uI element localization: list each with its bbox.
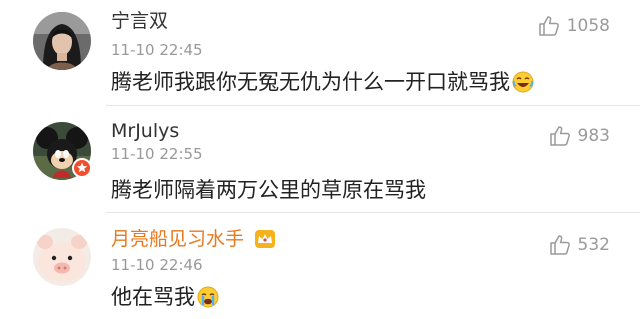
- username[interactable]: 宁言双: [111, 10, 168, 32]
- like-count: 983: [577, 126, 610, 146]
- comment-text-body: 他在骂我: [111, 285, 195, 309]
- username[interactable]: MrJulys: [111, 120, 179, 142]
- timestamp: 11-10 22:45: [111, 41, 203, 59]
- like-button[interactable]: 983: [548, 124, 610, 148]
- thumbs-up-icon: [548, 124, 572, 148]
- thumbs-up-icon: [548, 233, 572, 257]
- avatar[interactable]: [33, 228, 91, 286]
- avatar[interactable]: [33, 12, 91, 70]
- username[interactable]: 月亮船见习水手: [111, 228, 244, 250]
- like-count: 1058: [566, 16, 610, 36]
- crying-emoji-icon: [197, 286, 219, 308]
- avatar-image: [33, 228, 91, 286]
- like-button[interactable]: 532: [548, 233, 610, 257]
- timestamp: 11-10 22:46: [111, 256, 203, 274]
- comment-text: 他在骂我: [111, 284, 219, 310]
- comment-item: 月亮船见习水手 11-10 22:46 他在骂我 532: [0, 213, 640, 319]
- avatar-image: [33, 12, 91, 70]
- timestamp: 11-10 22:55: [111, 145, 203, 163]
- like-button[interactable]: 1058: [537, 14, 610, 38]
- comment-item: 宁言双 11-10 22:45 腾老师我跟你无冤无仇为什么一开口就骂我 1058: [0, 0, 640, 106]
- comment-text: 腾老师我跟你无冤无仇为什么一开口就骂我: [111, 69, 534, 95]
- comment-text: 腾老师隔着两万公里的草原在骂我: [111, 178, 426, 202]
- comment-item: MrJulys 11-10 22:55 腾老师隔着两万公里的草原在骂我 983: [0, 106, 640, 213]
- crown-member-icon: [254, 229, 276, 249]
- comment-text-body: 腾老师我跟你无冤无仇为什么一开口就骂我: [111, 70, 510, 94]
- comment-list: 宁言双 11-10 22:45 腾老师我跟你无冤无仇为什么一开口就骂我 1058: [0, 0, 640, 319]
- like-count: 532: [577, 235, 610, 255]
- laugh-cry-emoji-icon: [512, 71, 534, 93]
- thumbs-up-icon: [537, 14, 561, 38]
- verified-badge-icon: [72, 158, 92, 178]
